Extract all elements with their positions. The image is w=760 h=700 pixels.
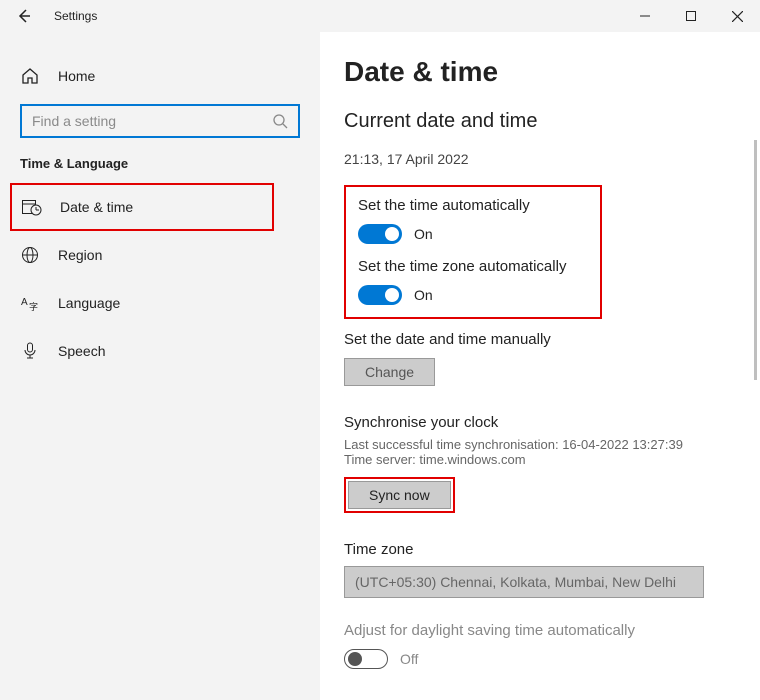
- back-button[interactable]: [0, 8, 48, 24]
- manual-label: Set the date and time manually: [344, 331, 760, 348]
- home-icon: [18, 67, 42, 85]
- sidebar-item-label: Language: [58, 295, 120, 311]
- sidebar-item-date-time[interactable]: Date & time: [10, 183, 274, 231]
- svg-text:字: 字: [29, 301, 38, 312]
- auto-settings-group: Set the time automatically On Set the ti…: [344, 185, 602, 319]
- current-datetime: 21:13, 17 April 2022: [344, 151, 760, 167]
- timezone-heading: Time zone: [344, 541, 760, 558]
- auto-time-state: On: [414, 226, 433, 242]
- svg-text:A: A: [21, 297, 28, 308]
- sidebar-item-region[interactable]: Region: [10, 231, 310, 279]
- sidebar-item-label: Speech: [58, 343, 105, 359]
- titlebar: Settings: [0, 0, 760, 32]
- sync-heading: Synchronise your clock: [344, 414, 760, 431]
- microphone-icon: [18, 342, 42, 360]
- window-title: Settings: [48, 9, 97, 23]
- sidebar-item-label: Date & time: [60, 199, 133, 215]
- dst-toggle: [344, 649, 388, 669]
- dst-state: Off: [400, 651, 418, 667]
- sidebar-item-label: Region: [58, 247, 102, 263]
- home-label: Home: [58, 68, 95, 84]
- minimize-button[interactable]: [622, 0, 668, 32]
- change-button[interactable]: Change: [344, 358, 435, 386]
- auto-time-label: Set the time automatically: [358, 197, 588, 214]
- back-arrow-icon: [16, 8, 32, 24]
- page-title: Date & time: [344, 56, 760, 88]
- dst-label: Adjust for daylight saving time automati…: [344, 622, 760, 639]
- search-input[interactable]: [32, 113, 272, 129]
- maximize-icon: [686, 11, 696, 21]
- close-button[interactable]: [714, 0, 760, 32]
- auto-time-toggle[interactable]: [358, 224, 402, 244]
- sync-last: Last successful time synchronisation: 16…: [344, 437, 760, 452]
- section-title: Time & Language: [10, 156, 310, 183]
- sidebar-item-speech[interactable]: Speech: [10, 327, 310, 375]
- sidebar: Home Time & Language Date & time Region: [0, 32, 320, 700]
- auto-tz-state: On: [414, 287, 433, 303]
- sync-now-button[interactable]: Sync now: [348, 481, 451, 509]
- calendar-clock-icon: [20, 198, 44, 216]
- main-panel: Date & time Current date and time 21:13,…: [320, 32, 760, 700]
- current-heading: Current date and time: [344, 110, 760, 133]
- search-input-wrap[interactable]: [20, 104, 300, 138]
- scrollbar-thumb[interactable]: [754, 140, 757, 380]
- auto-tz-toggle[interactable]: [358, 285, 402, 305]
- search-icon: [272, 113, 288, 129]
- globe-icon: [18, 246, 42, 264]
- timezone-select[interactable]: (UTC+05:30) Chennai, Kolkata, Mumbai, Ne…: [344, 566, 704, 598]
- language-icon: A字: [18, 294, 42, 312]
- home-nav[interactable]: Home: [10, 56, 310, 96]
- maximize-button[interactable]: [668, 0, 714, 32]
- sync-server: Time server: time.windows.com: [344, 452, 760, 467]
- auto-tz-label: Set the time zone automatically: [358, 258, 588, 275]
- minimize-icon: [640, 11, 650, 21]
- sync-now-highlight: Sync now: [344, 477, 455, 513]
- sidebar-item-language[interactable]: A字 Language: [10, 279, 310, 327]
- close-icon: [732, 11, 743, 22]
